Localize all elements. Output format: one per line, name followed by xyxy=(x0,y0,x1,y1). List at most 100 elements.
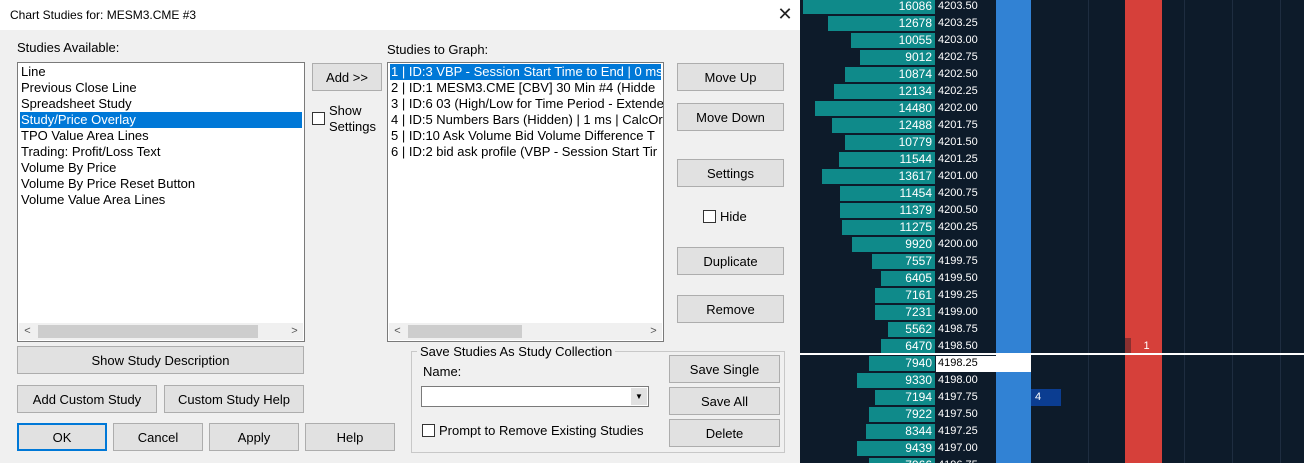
price-row: 13617 4201.00 xyxy=(800,168,1304,185)
bid-cell xyxy=(1125,219,1162,236)
apply-button[interactable]: Apply xyxy=(209,423,299,451)
ask-cell xyxy=(996,15,1031,32)
ok-button[interactable]: OK xyxy=(17,423,107,451)
price-label: 4202.00 xyxy=(938,102,978,114)
price-row: 6405 4199.50 xyxy=(800,270,1304,287)
volume-bar: 14480 xyxy=(815,101,935,116)
available-item[interactable]: Study/Price Overlay xyxy=(20,112,302,128)
move-down-button[interactable]: Move Down xyxy=(677,103,784,131)
title-bar: Chart Studies for: MESM3.CME #3 ✕ xyxy=(0,0,800,30)
settings-button[interactable]: Settings xyxy=(677,159,784,187)
available-item[interactable]: Volume By Price Reset Button xyxy=(20,176,195,192)
price-label: 4200.75 xyxy=(938,187,978,199)
price-label: 4203.00 xyxy=(938,34,978,46)
bid-cell xyxy=(1125,32,1162,49)
scroll-right-icon[interactable]: > xyxy=(286,323,303,340)
ask-cell xyxy=(996,202,1031,219)
name-label: Name: xyxy=(423,364,462,379)
price-row: 9012 4202.75 xyxy=(800,49,1304,66)
show-settings-checkbox[interactable] xyxy=(312,112,325,125)
price-row: 10779 4201.50 xyxy=(800,134,1304,151)
show-settings-line2: Settings xyxy=(329,119,376,134)
available-item[interactable]: TPO Value Area Lines xyxy=(20,128,149,144)
scroll-thumb[interactable] xyxy=(38,325,258,338)
bid-cell xyxy=(1125,134,1162,151)
ask-cell xyxy=(996,355,1031,372)
graph-item[interactable]: 6 | ID:2 bid ask profile (VBP - Session … xyxy=(390,144,657,160)
available-item[interactable]: Volume Value Area Lines xyxy=(20,192,165,208)
available-item[interactable]: Line xyxy=(20,64,46,80)
ask-cell: 4 xyxy=(996,389,1061,406)
volume-profile-chart[interactable]: 16086 4203.50 12678 4203.25 10055 4203.00 9012… xyxy=(800,0,1304,463)
available-hscroll[interactable]: < > xyxy=(19,323,303,340)
price-label: 4201.50 xyxy=(938,136,978,148)
ask-cell xyxy=(996,457,1031,463)
scroll-thumb[interactable] xyxy=(408,325,522,338)
save-all-button[interactable]: Save All xyxy=(669,387,780,415)
scroll-left-icon[interactable]: < xyxy=(389,323,406,340)
studies-available-list[interactable]: Volume Value Area Lines Volume By Price R… xyxy=(17,62,305,342)
volume-bar: 9330 xyxy=(857,373,935,388)
price-label: 4196.75 xyxy=(938,458,978,463)
graph-item[interactable]: 5 | ID:10 Ask Volume Bid Volume Differen… xyxy=(390,128,655,144)
price-row: 8344 4197.25 xyxy=(800,423,1304,440)
price-row: 7194 4197.75 4 xyxy=(800,389,1304,406)
price-label: 4199.75 xyxy=(938,255,978,267)
price-row: 10055 4203.00 xyxy=(800,32,1304,49)
scroll-left-icon[interactable]: < xyxy=(19,323,36,340)
remove-button[interactable]: Remove xyxy=(677,295,784,323)
add-custom-study-button[interactable]: Add Custom Study xyxy=(17,385,157,413)
bid-cell xyxy=(1125,321,1162,338)
volume-bar: 10874 xyxy=(845,67,935,82)
studies-available-label: Studies Available: xyxy=(17,40,120,55)
graph-item[interactable]: 2 | ID:1 MESM3.CME [CBV] 30 Min #4 (Hidd… xyxy=(390,80,655,96)
available-item[interactable]: Volume By Price xyxy=(20,160,116,176)
graph-item[interactable]: 3 | ID:6 03 (High/Low for Time Period - … xyxy=(390,96,663,112)
duplicate-button[interactable]: Duplicate xyxy=(677,247,784,275)
price-row: 12678 4203.25 xyxy=(800,15,1304,32)
volume-bar: 11275 xyxy=(842,220,935,235)
volume-bar: 7161 xyxy=(875,288,935,303)
prompt-remove-checkbox[interactable] xyxy=(422,424,435,437)
ask-cell xyxy=(996,134,1031,151)
dropdown-arrow-icon[interactable]: ▼ xyxy=(631,388,647,405)
name-combobox[interactable]: ▼ xyxy=(421,386,649,407)
bid-cell xyxy=(1125,236,1162,253)
studies-to-graph-list[interactable]: 6 | ID:2 bid ask profile (VBP - Session … xyxy=(387,62,664,342)
bid-cell xyxy=(1125,66,1162,83)
scroll-right-icon[interactable]: > xyxy=(645,323,662,340)
chart-studies-dialog: Chart Studies for: MESM3.CME #3 ✕ Studie… xyxy=(0,0,800,463)
bid-cell xyxy=(1125,355,1162,372)
graph-item[interactable]: 1 | ID:3 VBP - Session Start Time to End… xyxy=(390,64,663,80)
cancel-button[interactable]: Cancel xyxy=(113,423,203,451)
hide-checkbox[interactable] xyxy=(703,210,716,223)
ask-cell xyxy=(996,372,1031,389)
move-up-button[interactable]: Move Up xyxy=(677,63,784,91)
price-label: 4203.50 xyxy=(938,0,978,12)
available-item[interactable]: Trading: Profit/Loss Text xyxy=(20,144,160,160)
available-item[interactable]: Spreadsheet Study xyxy=(20,96,132,112)
price-row: 5562 4198.75 xyxy=(800,321,1304,338)
volume-bar: 11454 xyxy=(840,186,935,201)
price-row: 9920 4200.00 xyxy=(800,236,1304,253)
graph-item[interactable]: 4 | ID:5 Numbers Bars (Hidden) | 1 ms | … xyxy=(390,112,663,128)
price-row: 11379 4200.50 xyxy=(800,202,1304,219)
price-row: 7231 4199.00 xyxy=(800,304,1304,321)
custom-study-help-button[interactable]: Custom Study Help xyxy=(164,385,304,413)
delete-button[interactable]: Delete xyxy=(669,419,780,447)
price-label: 4199.25 xyxy=(938,289,978,301)
add-button[interactable]: Add >> xyxy=(312,63,382,91)
available-item[interactable]: Previous Close Line xyxy=(20,80,137,96)
close-icon[interactable]: ✕ xyxy=(774,3,796,25)
price-row: 9439 4197.00 xyxy=(800,440,1304,457)
save-single-button[interactable]: Save Single xyxy=(669,355,780,383)
bid-cell xyxy=(1125,287,1162,304)
studies-to-graph-label: Studies to Graph: xyxy=(387,42,489,57)
price-label: 4200.50 xyxy=(938,204,978,216)
graph-hscroll[interactable]: < > xyxy=(389,323,662,340)
bid-cell xyxy=(1125,185,1162,202)
show-study-description-button[interactable]: Show Study Description xyxy=(17,346,304,374)
price-row: 16086 4203.50 xyxy=(800,0,1304,15)
help-button[interactable]: Help xyxy=(305,423,395,451)
bid-cell xyxy=(1125,372,1162,389)
